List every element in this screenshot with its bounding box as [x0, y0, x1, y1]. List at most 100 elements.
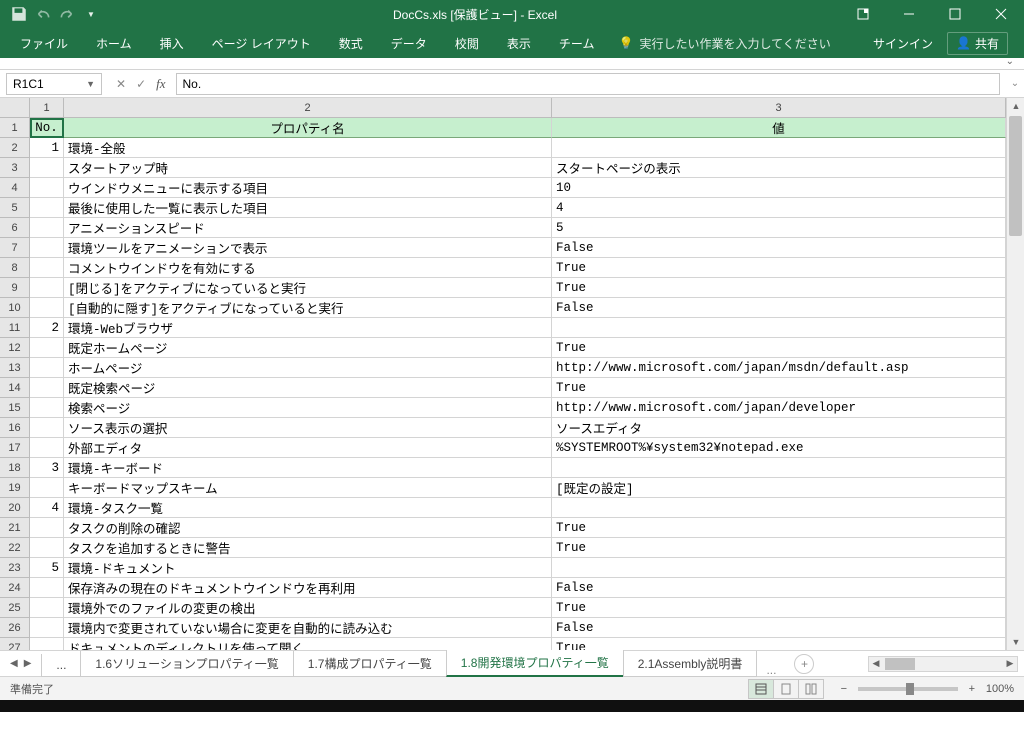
cell[interactable]: True — [552, 338, 1006, 358]
cell[interactable]: True — [552, 518, 1006, 538]
row-header[interactable]: 2 — [0, 138, 30, 158]
zoom-slider[interactable] — [858, 687, 958, 691]
cancel-icon[interactable]: ✕ — [116, 77, 126, 91]
cell[interactable] — [30, 538, 64, 558]
sheet-tab-more-right[interactable]: ... — [756, 663, 786, 677]
cell[interactable] — [30, 358, 64, 378]
cell[interactable]: タスクを追加するときに警告 — [64, 538, 552, 558]
cell[interactable] — [30, 338, 64, 358]
cell[interactable] — [30, 438, 64, 458]
row-header[interactable]: 17 — [0, 438, 30, 458]
tell-me-search[interactable]: 💡 実行したい作業を入力してください — [618, 35, 830, 52]
cell[interactable]: True — [552, 598, 1006, 618]
cell[interactable]: False — [552, 238, 1006, 258]
cell[interactable]: 環境外でのファイルの変更の検出 — [64, 598, 552, 618]
row-header[interactable]: 10 — [0, 298, 30, 318]
cell[interactable] — [30, 258, 64, 278]
sheet-nav-prev-icon[interactable]: ◀ — [8, 658, 20, 669]
cell[interactable]: ホームページ — [64, 358, 552, 378]
cell[interactable] — [30, 238, 64, 258]
zoom-out-button[interactable]: − — [836, 683, 852, 695]
cell[interactable] — [30, 278, 64, 298]
cell[interactable]: 検索ページ — [64, 398, 552, 418]
fx-icon[interactable]: fx — [156, 76, 165, 92]
row-header[interactable]: 14 — [0, 378, 30, 398]
row-header[interactable]: 26 — [0, 618, 30, 638]
tab-file[interactable]: ファイル — [6, 28, 82, 58]
cell[interactable]: 環境-ドキュメント — [64, 558, 552, 578]
cell[interactable]: アニメーションスピード — [64, 218, 552, 238]
cell[interactable]: True — [552, 278, 1006, 298]
cell[interactable] — [30, 618, 64, 638]
cell[interactable] — [30, 198, 64, 218]
normal-view-icon[interactable] — [748, 679, 774, 699]
cell[interactable] — [30, 478, 64, 498]
cell[interactable]: False — [552, 298, 1006, 318]
cell[interactable]: 1 — [30, 138, 64, 158]
row-header[interactable]: 9 — [0, 278, 30, 298]
tab-home[interactable]: ホーム — [82, 28, 146, 58]
row-header[interactable]: 23 — [0, 558, 30, 578]
cell[interactable]: 環境内で変更されていない場合に変更を自動的に読み込む — [64, 618, 552, 638]
cell[interactable]: 5 — [552, 218, 1006, 238]
zoom-in-button[interactable]: + — [964, 683, 980, 695]
cell[interactable]: 環境-Webブラウザ — [64, 318, 552, 338]
cell[interactable] — [30, 638, 64, 650]
zoom-slider-thumb[interactable] — [906, 683, 914, 695]
col-header[interactable]: 1 — [30, 98, 64, 117]
cell[interactable]: ソース表示の選択 — [64, 418, 552, 438]
row-header[interactable]: 5 — [0, 198, 30, 218]
horizontal-scrollbar[interactable]: ◀ ▶ — [868, 656, 1018, 672]
cell[interactable]: True — [552, 638, 1006, 650]
cell[interactable]: True — [552, 258, 1006, 278]
cell[interactable]: False — [552, 578, 1006, 598]
row-header[interactable]: 25 — [0, 598, 30, 618]
maximize-icon[interactable] — [932, 0, 978, 28]
cell[interactable] — [30, 518, 64, 538]
cell[interactable] — [552, 498, 1006, 518]
sheet-tab[interactable]: 1.7構成プロパティ一覧 — [293, 651, 447, 677]
row-header[interactable]: 12 — [0, 338, 30, 358]
cell[interactable]: 外部エディタ — [64, 438, 552, 458]
cell[interactable]: 環境-キーボード — [64, 458, 552, 478]
qat-dropdown-icon[interactable]: ▼ — [82, 5, 100, 23]
scroll-down-icon[interactable]: ▼ — [1007, 634, 1024, 650]
scroll-right-icon[interactable]: ▶ — [1003, 657, 1017, 671]
sheet-tab[interactable]: 2.1Assembly説明書 — [623, 651, 758, 677]
row-header[interactable]: 19 — [0, 478, 30, 498]
minimize-icon[interactable] — [886, 0, 932, 28]
cell[interactable] — [30, 598, 64, 618]
tab-team[interactable]: チーム — [545, 28, 609, 58]
cell[interactable]: コメントウインドウを有効にする — [64, 258, 552, 278]
header-cell[interactable]: 値 — [552, 118, 1006, 138]
cell[interactable]: 2 — [30, 318, 64, 338]
cell[interactable] — [30, 398, 64, 418]
page-break-view-icon[interactable] — [798, 679, 824, 699]
row-header[interactable]: 4 — [0, 178, 30, 198]
chevron-down-icon[interactable]: ⌄ — [1006, 56, 1014, 67]
cell[interactable]: 10 — [552, 178, 1006, 198]
cell[interactable]: 既定ホームページ — [64, 338, 552, 358]
cell[interactable]: 環境-タスク一覧 — [64, 498, 552, 518]
row-header[interactable]: 13 — [0, 358, 30, 378]
row-header[interactable]: 6 — [0, 218, 30, 238]
ribbon-display-icon[interactable] — [840, 0, 886, 28]
row-header[interactable]: 20 — [0, 498, 30, 518]
cell[interactable] — [30, 218, 64, 238]
scrollbar-thumb[interactable] — [1009, 116, 1022, 236]
cell[interactable]: 環境ツールをアニメーションで表示 — [64, 238, 552, 258]
scroll-up-icon[interactable]: ▲ — [1007, 98, 1024, 114]
cell[interactable]: False — [552, 618, 1006, 638]
cell[interactable] — [30, 178, 64, 198]
signin-link[interactable]: サインイン — [873, 35, 933, 52]
spreadsheet-grid[interactable]: 1 2 3 1No.プロパティ名値21環境-全般3スタートアップ時スタートページ… — [0, 98, 1006, 650]
cell[interactable]: True — [552, 538, 1006, 558]
sheet-nav-next-icon[interactable]: ▶ — [22, 658, 34, 669]
enter-icon[interactable]: ✓ — [136, 77, 146, 91]
cell[interactable]: スタートアップ時 — [64, 158, 552, 178]
save-icon[interactable] — [10, 5, 28, 23]
row-header[interactable]: 3 — [0, 158, 30, 178]
vertical-scrollbar[interactable]: ▲ ▼ — [1006, 98, 1024, 650]
row-header[interactable]: 11 — [0, 318, 30, 338]
cell[interactable] — [30, 298, 64, 318]
